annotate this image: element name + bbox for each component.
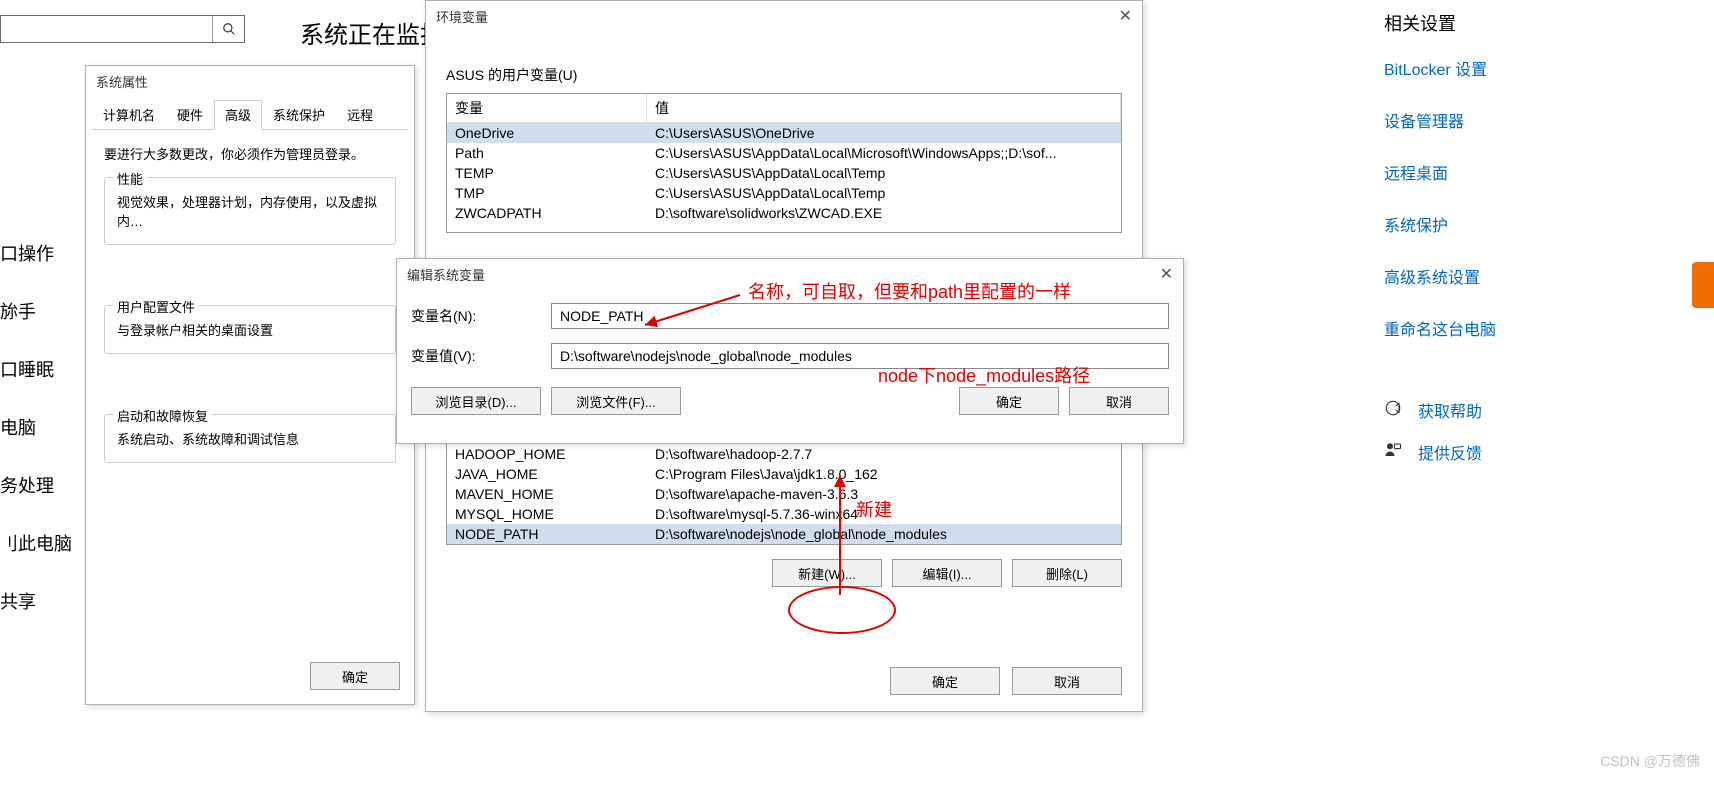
table-row[interactable]: JAVA_HOMEC:\Program Files\Java\jdk1.8.0_… (447, 464, 1121, 484)
browse-file-button[interactable]: 浏览文件(F)... (551, 387, 681, 415)
ok-button[interactable]: 确定 (310, 662, 400, 690)
table-row[interactable]: ZWCADPATHD:\software\solidworks\ZWCAD.EX… (447, 203, 1121, 223)
edit-button[interactable]: 编辑(I)... (892, 559, 1002, 587)
startup-fieldset: 启动和故障恢复 系统启动、系统故障和调试信息 (104, 414, 396, 463)
link-system-protection[interactable]: 系统保护 (1384, 212, 1694, 236)
nav-item[interactable]: 刂此电脑 (0, 530, 72, 556)
tabs: 计算机名 硬件 高级 系统保护 远程 (92, 100, 408, 130)
search-input[interactable] (1, 16, 212, 42)
title-text: 编辑系统变量 (407, 265, 485, 284)
nav-item[interactable]: 共享 (0, 588, 72, 614)
link-remote-desktop[interactable]: 远程桌面 (1384, 160, 1694, 184)
table-row[interactable]: MYSQL_HOMED:\software\mysql-5.7.36-winx6… (447, 504, 1121, 524)
col-variable[interactable]: 变量 (447, 94, 647, 122)
nav-item[interactable]: 电脑 (0, 414, 72, 440)
title-text: 系统属性 (96, 72, 148, 91)
user-vars-label: ASUS 的用户变量(U) (446, 65, 1122, 85)
title-text: 环境变量 (436, 7, 488, 26)
legend: 用户配置文件 (113, 297, 199, 316)
performance-text: 视觉效果，处理器计划，内存使用，以及虚拟内… (117, 192, 383, 230)
watermark: CSDN @万德佛 (1600, 751, 1700, 771)
ok-button[interactable]: 确定 (890, 667, 1000, 695)
variable-name-input[interactable] (551, 303, 1169, 329)
tab-remote[interactable]: 远程 (336, 100, 384, 129)
link-bitlocker[interactable]: BitLocker 设置 (1384, 56, 1694, 80)
startup-text: 系统启动、系统故障和调试信息 (117, 429, 383, 448)
legend: 性能 (113, 169, 147, 188)
delete-button[interactable]: 删除(L) (1012, 559, 1122, 587)
link-device-manager[interactable]: 设备管理器 (1384, 108, 1694, 132)
table-row[interactable]: NODE_PATHD:\software\nodejs\node_global\… (447, 524, 1121, 544)
feedback-link[interactable]: 提供反馈 (1384, 440, 1694, 464)
tab-computer-name[interactable]: 计算机名 (92, 100, 166, 129)
close-icon[interactable]: ✕ (1119, 6, 1132, 26)
titlebar[interactable]: 系统属性 (86, 66, 414, 96)
right-panel: 相关设置 BitLocker 设置 设备管理器 远程桌面 系统保护 高级系统设置… (1384, 10, 1694, 482)
new-button[interactable]: 新建(W)... (772, 559, 882, 587)
search-box[interactable] (0, 15, 245, 43)
titlebar[interactable]: 环境变量 ✕ (426, 1, 1142, 31)
cancel-button[interactable]: 取消 (1012, 667, 1122, 695)
nav-item[interactable]: 务处理 (0, 472, 72, 498)
titlebar[interactable]: 编辑系统变量 ✕ (397, 259, 1183, 289)
table-row[interactable]: PathC:\Users\ASUS\AppData\Local\Microsof… (447, 143, 1121, 163)
browse-dir-button[interactable]: 浏览目录(D)... (411, 387, 541, 415)
variable-value-input[interactable] (551, 343, 1169, 369)
related-heading: 相关设置 (1384, 10, 1694, 36)
nav-item[interactable]: 旀手 (0, 298, 72, 324)
tab-advanced[interactable]: 高级 (214, 100, 262, 130)
user-vars-table[interactable]: 变量 值 OneDriveC:\Users\ASUS\OneDrive Path… (446, 93, 1122, 233)
col-value[interactable]: 值 (647, 94, 1121, 122)
name-label: 变量名(N): (411, 306, 551, 326)
left-nav: 口操作 旀手 口睡眠 电脑 务处理 刂此电脑 共享 (0, 240, 72, 646)
link-rename-pc[interactable]: 重命名这台电脑 (1384, 316, 1694, 340)
table-row[interactable]: TMPC:\Users\ASUS\AppData\Local\Temp (447, 183, 1121, 203)
system-vars-table[interactable]: HADOOP_HOMED:\software\hadoop-2.7.7 JAVA… (446, 443, 1122, 545)
tab-system-protection[interactable]: 系统保护 (262, 100, 336, 129)
table-row[interactable]: MAVEN_HOMED:\software\apache-maven-3.6.3 (447, 484, 1121, 504)
admin-note: 要进行大多数更改，你必须作为管理员登录。 (104, 144, 396, 163)
cancel-button[interactable]: 取消 (1069, 387, 1169, 415)
table-row[interactable]: TEMPC:\Users\ASUS\AppData\Local\Temp (447, 163, 1121, 183)
close-icon[interactable]: ✕ (1160, 264, 1173, 284)
nav-item[interactable]: 口操作 (0, 240, 72, 266)
help-icon (1384, 399, 1404, 422)
feedback-icon (1384, 441, 1404, 464)
nav-item[interactable]: 口睡眠 (0, 356, 72, 382)
edit-variable-dialog: 编辑系统变量 ✕ 变量名(N): 变量值(V): 浏览目录(D)... 浏览文件… (396, 258, 1184, 444)
value-label: 变量值(V): (411, 346, 551, 366)
legend: 启动和故障恢复 (113, 406, 212, 425)
link-advanced-system[interactable]: 高级系统设置 (1384, 264, 1694, 288)
profile-text: 与登录帐户相关的桌面设置 (117, 320, 383, 339)
feedback-label: 提供反馈 (1418, 440, 1482, 464)
tab-hardware[interactable]: 硬件 (166, 100, 214, 129)
performance-fieldset: 性能 视觉效果，处理器计划，内存使用，以及虚拟内… (104, 177, 396, 245)
table-row[interactable]: OneDriveC:\Users\ASUS\OneDrive (447, 123, 1121, 143)
system-properties-dialog: 系统属性 计算机名 硬件 高级 系统保护 远程 要进行大多数更改，你必须作为管理… (85, 65, 415, 705)
help-link[interactable]: 获取帮助 (1384, 398, 1694, 422)
table-row[interactable]: HADOOP_HOMED:\software\hadoop-2.7.7 (447, 444, 1121, 464)
search-icon[interactable] (212, 16, 244, 42)
profile-fieldset: 用户配置文件 与登录帐户相关的桌面设置 (104, 305, 396, 354)
help-label: 获取帮助 (1418, 398, 1482, 422)
ok-button[interactable]: 确定 (959, 387, 1059, 415)
page-title: 系统正在监扛 (300, 15, 444, 50)
side-badge (1692, 262, 1714, 308)
